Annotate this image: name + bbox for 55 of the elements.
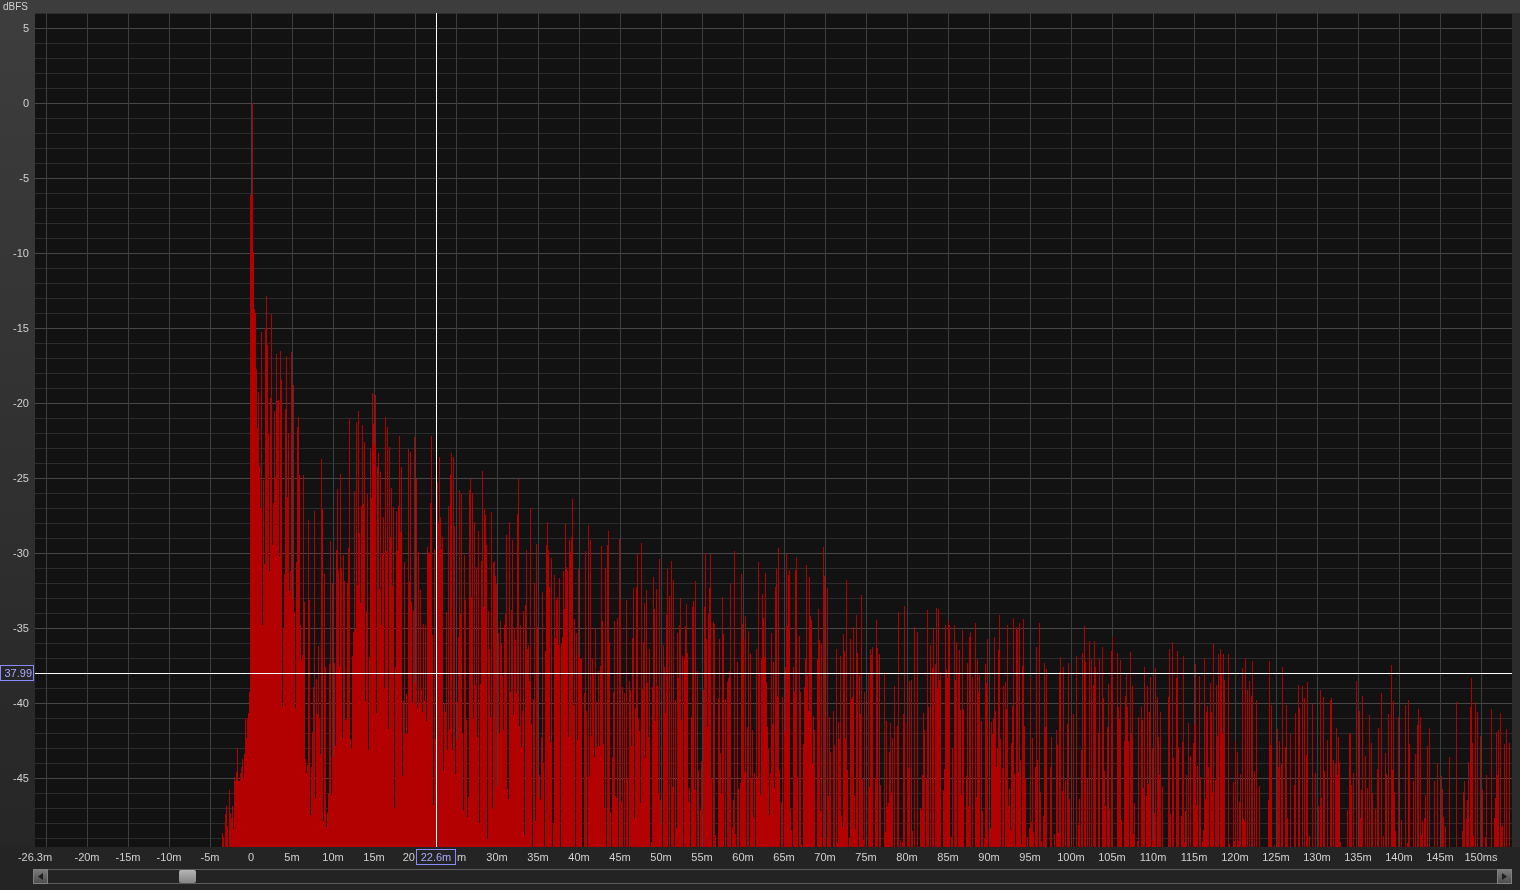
axis-tick-label: -5m bbox=[200, 850, 220, 865]
axis-tick-label: 65m bbox=[773, 850, 795, 865]
axis-tick-label: 15m bbox=[363, 850, 385, 865]
axis-tick-label: 40m bbox=[568, 850, 590, 865]
axis-tick-label: 100m bbox=[1057, 850, 1085, 865]
axis-tick-label: 70m bbox=[814, 850, 836, 865]
axis-tick-label: -10 bbox=[13, 246, 29, 260]
axis-tick-label: 55m bbox=[691, 850, 713, 865]
axis-tick-label: -20m bbox=[74, 850, 100, 865]
axis-tick-label: -20 bbox=[13, 396, 29, 410]
axis-tick-label: 110m bbox=[1139, 850, 1167, 865]
axis-tick-label: -15m bbox=[115, 850, 141, 865]
axis-tick-label: -30 bbox=[13, 546, 29, 560]
axis-tick-label: 0 bbox=[247, 850, 255, 865]
caret-left-icon bbox=[38, 873, 43, 880]
axis-tick-label: 30m bbox=[486, 850, 508, 865]
axis-tick-label: 5m bbox=[284, 850, 300, 865]
axis-tick-label: -5 bbox=[19, 171, 29, 185]
axis-tick-label: -35 bbox=[13, 621, 29, 635]
axis-tick-label: 150ms bbox=[1464, 850, 1498, 865]
axis-tick-label: 0 bbox=[22, 96, 29, 110]
axis-tick-label: 135m bbox=[1344, 850, 1372, 865]
axis-tick-label: 145m bbox=[1426, 850, 1454, 865]
axis-tick-label: -10m bbox=[156, 850, 182, 865]
cursor-time-readout: 22.6m bbox=[416, 849, 456, 865]
axis-tick-label: 80m bbox=[896, 850, 918, 865]
scrollbar-thumb[interactable] bbox=[179, 870, 196, 883]
axis-tick-label: 85m bbox=[937, 850, 959, 865]
scroll-left-button[interactable] bbox=[33, 869, 48, 884]
axis-tick-label: -40 bbox=[13, 696, 29, 710]
axis-tick-label: 105m bbox=[1098, 850, 1126, 865]
axis-tick-label: -45 bbox=[13, 771, 29, 785]
axis-tick-label: 130m bbox=[1303, 850, 1331, 865]
axis-tick-label: 140m bbox=[1385, 850, 1413, 865]
axis-tick-label: -26.3m bbox=[17, 850, 53, 865]
axis-tick-label: 35m bbox=[527, 850, 549, 865]
axis-tick-label: 10m bbox=[322, 850, 344, 865]
axis-tick-label: 50m bbox=[650, 850, 672, 865]
axis-tick-label: 125m bbox=[1262, 850, 1290, 865]
cursor-level-readout: 37.99 bbox=[0, 665, 34, 681]
axis-tick-label: m bbox=[457, 850, 467, 865]
scroll-right-button[interactable] bbox=[1497, 869, 1512, 884]
axis-tick-label: 95m bbox=[1019, 850, 1041, 865]
axis-tick-label: 60m bbox=[732, 850, 754, 865]
axis-unit-label: dBFS bbox=[3, 1, 28, 13]
axis-tick-label: 90m bbox=[978, 850, 1000, 865]
axis-tick-label: -25 bbox=[13, 471, 29, 485]
axis-tick-label: 20 bbox=[402, 850, 415, 865]
caret-right-icon bbox=[1502, 873, 1507, 880]
axis-tick-label: -15 bbox=[13, 321, 29, 335]
axis-tick-label: 45m bbox=[609, 850, 631, 865]
axis-tick-label: 120m bbox=[1221, 850, 1249, 865]
axis-tick-label: 5 bbox=[22, 21, 29, 35]
axis-tick-label: 115m bbox=[1180, 850, 1208, 865]
axis-tick-label: 75m bbox=[855, 850, 877, 865]
